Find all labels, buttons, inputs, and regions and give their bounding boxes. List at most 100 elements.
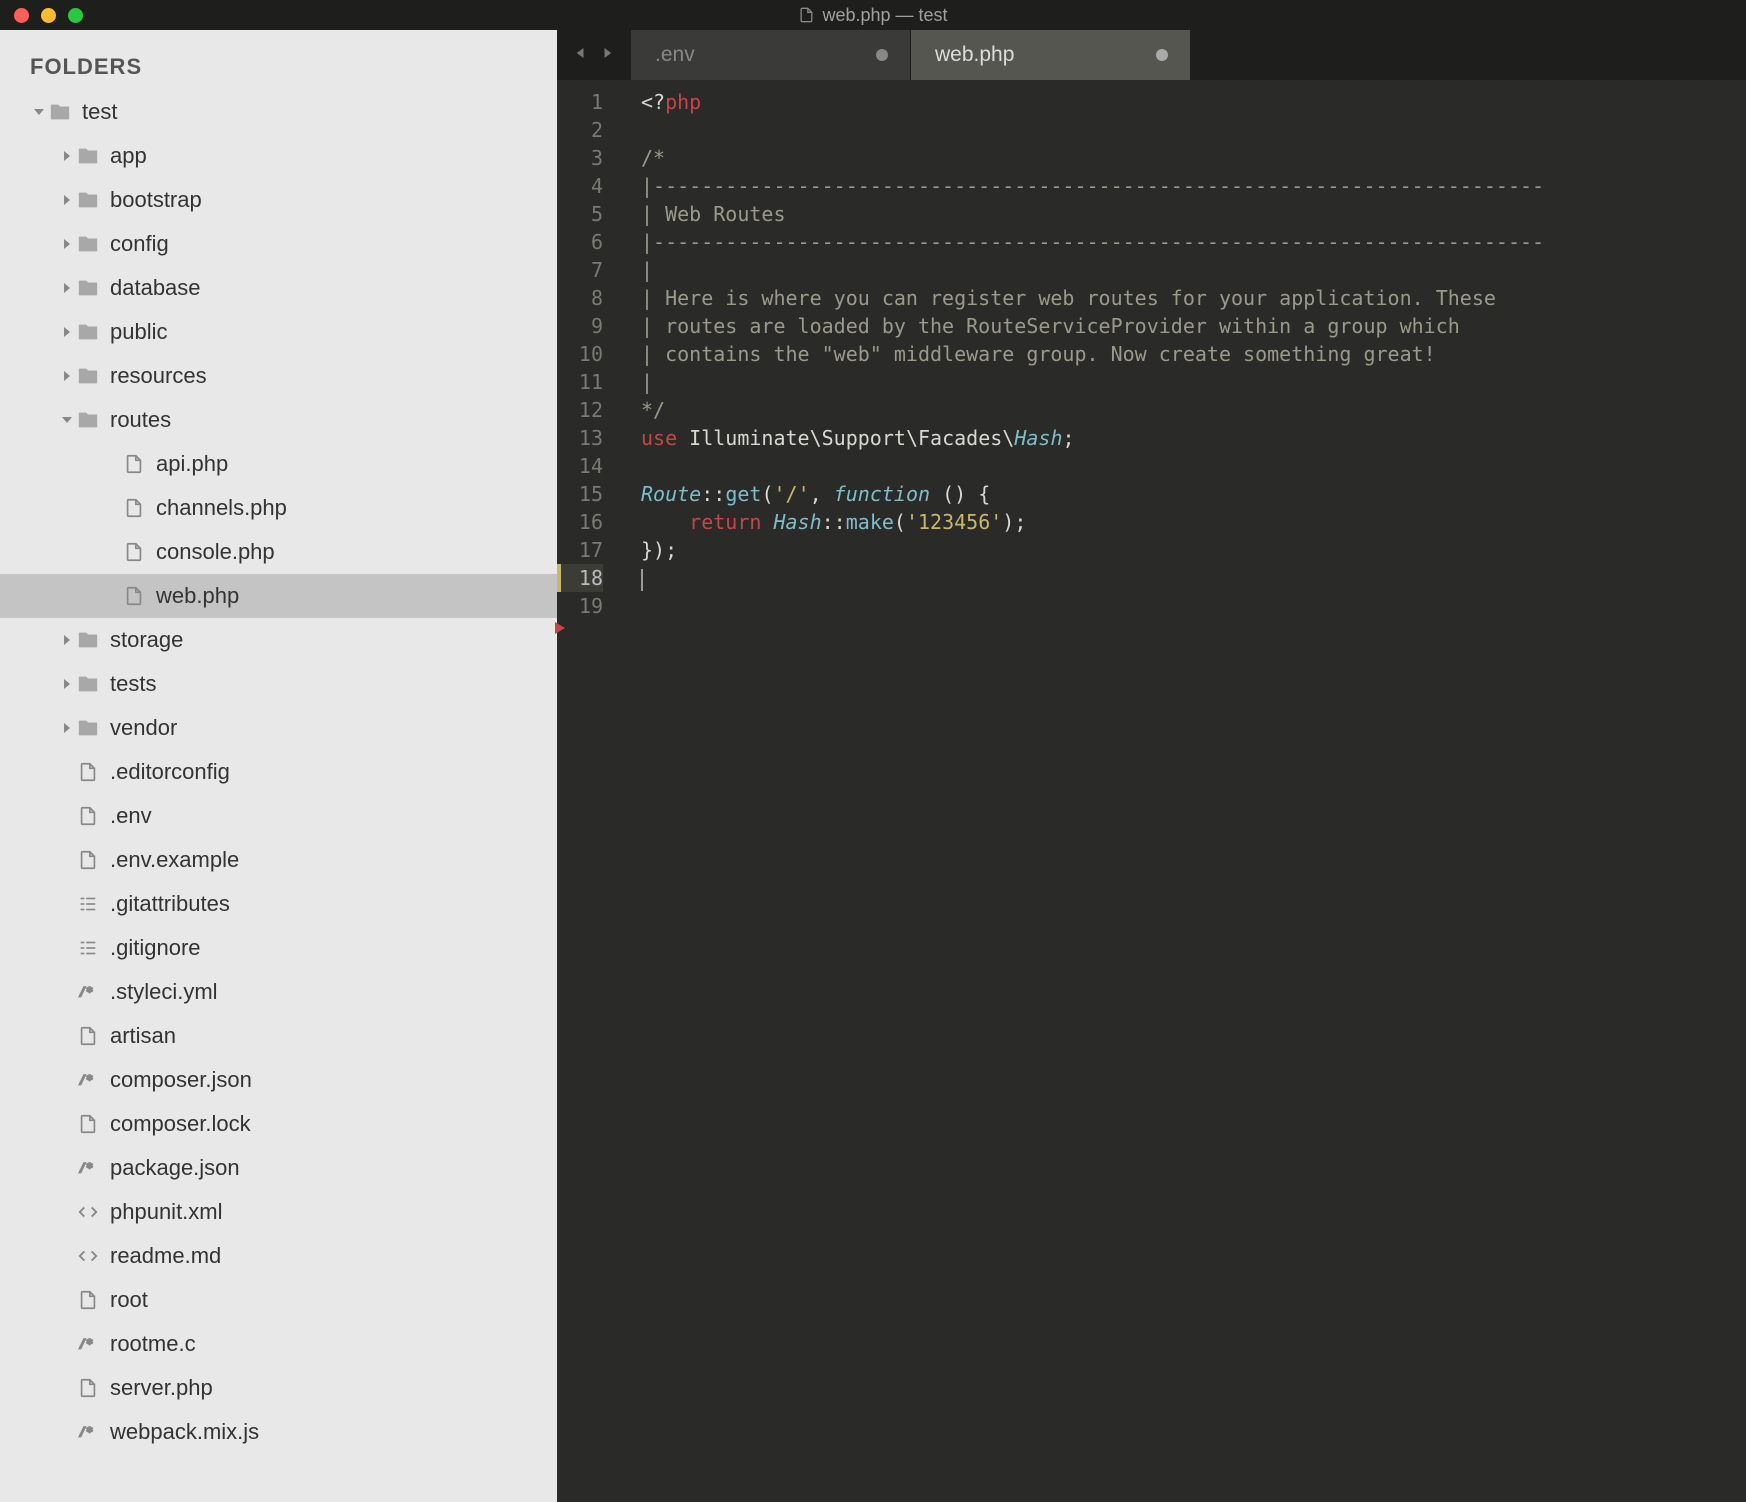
code-line[interactable]: | Here is where you can register web rou…: [641, 284, 1746, 312]
code-line[interactable]: | Web Routes: [641, 200, 1746, 228]
code-line[interactable]: use Illuminate\Support\Facades\Hash;: [641, 424, 1746, 452]
tree-item-tests[interactable]: tests: [0, 662, 557, 706]
tree-item-console.php[interactable]: console.php: [0, 530, 557, 574]
code-line[interactable]: |: [641, 368, 1746, 396]
code-editor[interactable]: 12345678910111213141516171819 <?php/*|--…: [557, 80, 1746, 1502]
tab-modified-indicator[interactable]: [876, 49, 888, 61]
tab-.env[interactable]: .env: [631, 30, 911, 80]
chevron-right-icon[interactable]: [58, 678, 76, 690]
line-number: 4: [557, 172, 603, 200]
folder-icon: [76, 716, 100, 740]
code-line[interactable]: |: [641, 256, 1746, 284]
tree-item-database[interactable]: database: [0, 266, 557, 310]
sidebar-header: FOLDERS: [0, 40, 557, 90]
file-icon: [76, 892, 100, 916]
chevron-right-icon[interactable]: [58, 370, 76, 382]
folder-icon: [48, 100, 72, 124]
tree-item-routes[interactable]: routes: [0, 398, 557, 442]
folder-icon: [76, 188, 100, 212]
nav-back-icon[interactable]: [571, 43, 591, 68]
folder-icon: [76, 672, 100, 696]
code-line[interactable]: | contains the "web" middleware group. N…: [641, 340, 1746, 368]
tree-item-.env.example[interactable]: .env.example: [0, 838, 557, 882]
code-line[interactable]: /*: [641, 144, 1746, 172]
tree-item-test[interactable]: test: [0, 90, 557, 134]
folder-icon: [76, 408, 100, 432]
tree-item-.env[interactable]: .env: [0, 794, 557, 838]
code-line[interactable]: |---------------------------------------…: [641, 172, 1746, 200]
code-content[interactable]: <?php/*|--------------------------------…: [621, 80, 1746, 1502]
code-line[interactable]: */: [641, 396, 1746, 424]
tree-item-channels.php[interactable]: channels.php: [0, 486, 557, 530]
tree-item-vendor[interactable]: vendor: [0, 706, 557, 750]
chevron-right-icon[interactable]: [58, 194, 76, 206]
tree-item-server.php[interactable]: server.php: [0, 1366, 557, 1410]
tree-item-composer.lock[interactable]: composer.lock: [0, 1102, 557, 1146]
code-line[interactable]: });: [641, 536, 1746, 564]
line-number: 1: [557, 88, 603, 116]
editor-area: .envweb.php 1234567891011121314151617181…: [557, 30, 1746, 1502]
tab-web.php[interactable]: web.php: [911, 30, 1191, 80]
window-maximize-button[interactable]: [68, 8, 83, 23]
tree-item-readme.md[interactable]: readme.md: [0, 1234, 557, 1278]
line-number-gutter: 12345678910111213141516171819: [557, 80, 621, 1502]
chevron-right-icon[interactable]: [58, 722, 76, 734]
tree-item-rootme.c[interactable]: /*rootme.c: [0, 1322, 557, 1366]
tree-item-composer.json[interactable]: /*composer.json: [0, 1058, 557, 1102]
code-line[interactable]: Route::get('/', function () {: [641, 480, 1746, 508]
tree-item-.gitattributes[interactable]: .gitattributes: [0, 882, 557, 926]
folder-icon: [76, 364, 100, 388]
chevron-right-icon[interactable]: [58, 282, 76, 294]
code-line[interactable]: | routes are loaded by the RouteServiceP…: [641, 312, 1746, 340]
chevron-right-icon[interactable]: [58, 326, 76, 338]
window-close-button[interactable]: [14, 8, 29, 23]
code-line[interactable]: |---------------------------------------…: [641, 228, 1746, 256]
tree-item-public[interactable]: public: [0, 310, 557, 354]
chevron-right-icon[interactable]: [58, 634, 76, 646]
tree-item-.editorconfig[interactable]: .editorconfig: [0, 750, 557, 794]
tree-item-app[interactable]: app: [0, 134, 557, 178]
file-icon: /*: [76, 980, 100, 1004]
code-line[interactable]: [641, 564, 1746, 592]
line-number: 19: [557, 592, 603, 620]
sidebar: FOLDERS testappbootstrap config database pu…: [0, 30, 557, 1502]
chevron-right-icon[interactable]: [58, 238, 76, 250]
window-minimize-button[interactable]: [41, 8, 56, 23]
chevron-down-icon[interactable]: [58, 414, 76, 426]
file-icon: [76, 804, 100, 828]
tree-item-package.json[interactable]: /*package.json: [0, 1146, 557, 1190]
code-line[interactable]: <?php: [641, 88, 1746, 116]
tree-item-phpunit.xml[interactable]: phpunit.xml: [0, 1190, 557, 1234]
code-line[interactable]: [641, 452, 1746, 480]
tree-item-.gitignore[interactable]: .gitignore: [0, 926, 557, 970]
tree-item-artisan[interactable]: artisan: [0, 1014, 557, 1058]
tab-modified-indicator[interactable]: [1156, 49, 1168, 61]
chevron-right-icon[interactable]: [58, 150, 76, 162]
tree-item-bootstrap[interactable]: bootstrap: [0, 178, 557, 222]
file-icon: [76, 1112, 100, 1136]
tree-item-resources[interactable]: resources: [0, 354, 557, 398]
tree-item-config[interactable]: config: [0, 222, 557, 266]
tree-item-web.php[interactable]: web.php: [0, 574, 557, 618]
tree-item-label: webpack.mix.js: [110, 1419, 557, 1445]
tree-item-label: package.json: [110, 1155, 557, 1181]
folder-icon: [76, 232, 100, 256]
code-line[interactable]: [641, 116, 1746, 144]
code-line[interactable]: return Hash::make('123456');: [641, 508, 1746, 536]
tree-item-label: root: [110, 1287, 557, 1313]
tree-item-root[interactable]: root: [0, 1278, 557, 1322]
code-line[interactable]: [641, 592, 1746, 620]
file-icon: [76, 1376, 100, 1400]
tree-item-storage[interactable]: storage: [0, 618, 557, 662]
tree-item-webpack.mix.js[interactable]: /*webpack.mix.js: [0, 1410, 557, 1454]
file-icon: [122, 452, 146, 476]
chevron-down-icon[interactable]: [30, 106, 48, 118]
tree-item-label: tests: [110, 671, 557, 697]
nav-forward-icon[interactable]: [597, 43, 617, 68]
line-number: 17: [557, 536, 603, 564]
tree-item-api.php[interactable]: api.php: [0, 442, 557, 486]
line-number: 3: [557, 144, 603, 172]
tree-item-label: config: [110, 231, 557, 257]
tree-item-label: public: [110, 319, 557, 345]
tree-item-.styleci.yml[interactable]: /*.styleci.yml: [0, 970, 557, 1014]
